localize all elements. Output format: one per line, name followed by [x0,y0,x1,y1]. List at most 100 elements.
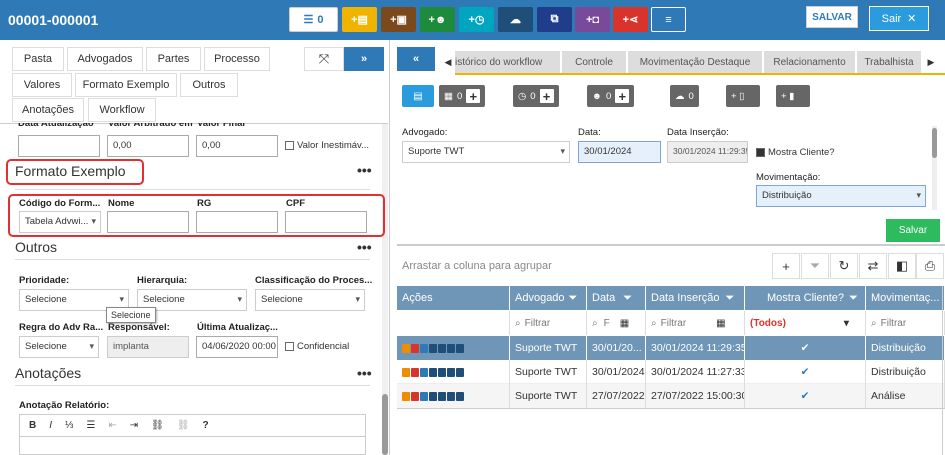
add-calendar-button[interactable]: +▤ [342,7,377,32]
tab-anotacoes[interactable]: Anotações [12,98,84,122]
formato-more-icon[interactable]: ••• [357,162,372,178]
export-icon[interactable]: ⎙ [916,253,944,279]
outros-more-icon[interactable]: ••• [357,239,372,255]
filter-mostra-cliente[interactable]: (Todos) ▾ [745,311,866,335]
filter-advogado[interactable]: ⌕ Filtrar [510,311,587,335]
tab-workflow[interactable]: Workflow [88,98,156,122]
clock-chip[interactable]: ◷ 0 + [513,85,559,107]
add-icon[interactable]: + [466,89,481,104]
collapse-icon[interactable]: ⤧ [304,47,344,71]
col-movimentacao[interactable]: Movimentaç... [866,286,945,310]
tab-historico-workflow[interactable]: istórico do workflow [455,51,561,73]
add-frame-button[interactable]: +◘ [575,7,610,32]
tab-pasta[interactable]: Pasta [12,47,64,71]
collapse-left-button[interactable]: « [397,47,435,71]
add-briefcase-button[interactable]: +▣ [381,7,416,32]
classificacao-select[interactable]: Selecione [255,289,365,311]
tab-movimentacao-destaque[interactable]: Movimentação Destaque [628,51,763,73]
filter-icon[interactable]: ⏷ [849,292,858,305]
rg-field[interactable] [196,211,278,233]
mostra-cliente-checkbox[interactable]: Mostra Cliente? [756,147,835,158]
help-icon[interactable]: ? [203,420,209,431]
calendar-icon[interactable]: ▦ [620,318,629,329]
anotacoes-more-icon[interactable]: ••• [357,365,372,381]
col-mostra-cliente[interactable]: Mostra Cliente? ⏷ [745,286,866,310]
unlink-icon[interactable]: ⛓ [177,420,190,431]
table-row[interactable]: Suporte TWT 30/01/20... 30/01/2024 11:29… [397,336,945,360]
anotacao-editor[interactable] [19,436,366,455]
col-acoes[interactable]: Ações [397,286,510,310]
add-file-chip[interactable]: + ▯ [726,85,760,107]
ordered-list-icon[interactable]: ⅓ [65,420,73,431]
col-advogado[interactable]: Advogado ⏷ [510,286,587,310]
tab-relacionamento[interactable]: Relacionamento [764,51,856,73]
add-row-icon[interactable]: + [772,253,800,279]
columns-icon[interactable]: ◧ [888,253,916,279]
filter-icon[interactable]: ⏷ [725,292,734,305]
nome-field[interactable] [107,211,189,233]
add-icon[interactable]: + [539,89,554,104]
col-data[interactable]: Data ⏷ [587,286,646,310]
link-icon[interactable]: ⛓ [151,420,164,431]
expand-right-button[interactable]: » [344,47,384,71]
calendar-icon[interactable]: ▦ [716,318,725,329]
tab-valores[interactable]: Valores [12,73,72,97]
regra-select[interactable]: Selecione [19,336,99,358]
swap-icon[interactable]: ⇄ [859,253,887,279]
codigo-select[interactable]: Tabela Advwi... [19,211,101,233]
exit-button[interactable]: Sair ✕ [869,6,929,31]
add-trash-chip[interactable]: + ▮ [776,85,810,107]
filter-icon[interactable]: ⏷ [623,292,632,305]
add-user-button[interactable]: +☻ [420,7,455,32]
filter-data[interactable]: ⌕ F ▦ [587,311,646,335]
advogado-select[interactable]: Suporte TWT [402,141,570,163]
table-row[interactable]: Suporte TWT 27/07/2022 27/07/2022 15:00:… [397,384,945,408]
table-row[interactable]: Suporte TWT 30/01/2024 30/01/2024 11:27:… [397,360,945,384]
filter-icon[interactable]: ⏷ [801,253,829,279]
save-button[interactable]: SALVAR [806,6,858,28]
data-atualizacao-field[interactable] [18,135,100,157]
filter-data-insercao[interactable]: ⌕ Filtrar ▦ [646,311,745,335]
list-chip[interactable]: ▤ [402,85,434,107]
user-chip[interactable]: ☻ 0 + [587,85,635,107]
cloud-chip[interactable]: ☁ 0 [670,85,699,107]
cpf-field[interactable] [285,211,367,233]
salvar-button[interactable]: Salvar [886,219,940,242]
outdent-icon[interactable]: ⇤ [108,420,116,431]
tab-partes[interactable]: Partes [146,47,201,71]
tab-advogados[interactable]: Advogados [67,47,143,71]
row-actions[interactable] [397,384,510,408]
row-actions[interactable] [397,336,510,360]
tab-controle[interactable]: Controle [562,51,627,73]
cloud-upload-button[interactable]: ☁ [498,7,533,32]
tab-formato-exemplo[interactable]: Formato Exemplo [75,73,177,97]
col-data-insercao[interactable]: Data Inserção ⏷ [646,286,745,310]
italic-icon[interactable]: I [49,420,52,431]
indent-icon[interactable]: ⇥ [130,420,138,431]
form-scrollbar[interactable] [932,126,937,210]
copy-button[interactable]: ⧉ [537,7,572,32]
filter-icon[interactable]: ⏷ [569,292,578,305]
menu-button[interactable]: ≡ [651,7,686,32]
data-field[interactable]: 30/01/2024 [578,141,661,163]
scrollbar[interactable] [382,124,388,455]
tab-outros[interactable]: Outros [180,73,238,97]
bold-icon[interactable]: B [29,420,36,431]
movimentacao-select[interactable]: Distribuição [756,185,926,207]
share-button[interactable]: +⋖ [613,7,648,32]
refresh-icon[interactable]: ↻ [830,253,858,279]
tabs-left-arrow[interactable]: ◀ [441,51,455,73]
tab-processo[interactable]: Processo [204,47,270,71]
filter-movimentacao[interactable]: ⌕ Filtrar [866,311,945,335]
valor-arbitrado-field[interactable]: 0,00 [107,135,189,157]
confidencial-checkbox[interactable]: Confidencial [285,341,349,352]
row-actions[interactable] [397,360,510,384]
add-icon[interactable]: + [615,89,630,104]
calendar-chip[interactable]: ▦ 0 + [439,85,486,107]
tab-trabalhista[interactable]: Trabalhista [857,51,922,73]
valor-final-field[interactable]: 0,00 [196,135,278,157]
splitter[interactable] [397,244,945,246]
tabs-right-arrow[interactable]: ▶ [924,51,938,73]
valor-inestimavel-checkbox[interactable]: Valor Inestimáv... [285,140,369,151]
ultima-atualizacao-field[interactable]: 04/06/2020 00:00 [196,336,278,358]
